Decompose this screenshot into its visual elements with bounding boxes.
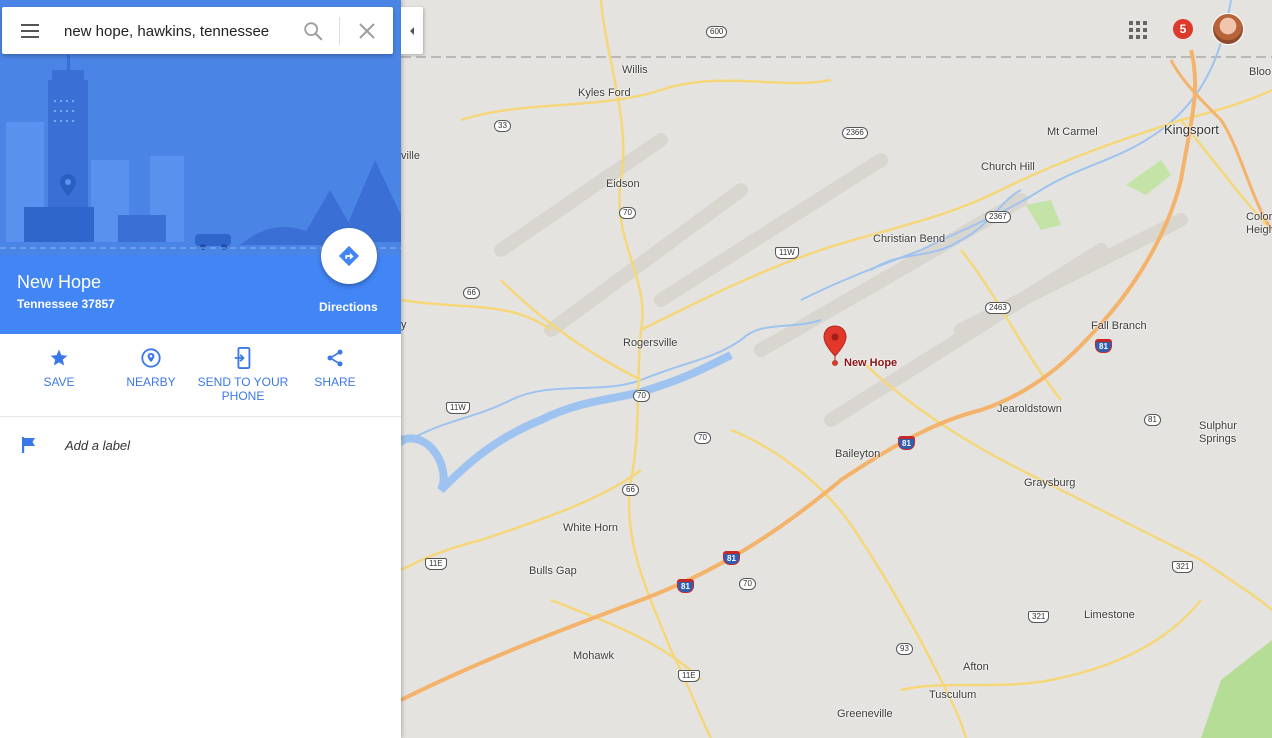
route-shield: 321 [1172,561,1194,573]
route-shield: 11W [446,402,470,414]
search-box [2,7,393,54]
route-shield: 11E [678,670,700,682]
place-label: Limestone [1084,609,1135,621]
add-label-row[interactable]: Add a label [0,430,401,460]
place-label: Jearoldstown [997,403,1062,415]
route-shield: 66 [622,484,639,496]
save-label: SAVE [43,375,75,389]
nearby-button[interactable]: NEARBY [101,345,201,389]
place-label: Greeneville [837,708,893,720]
nearby-label: NEARBY [126,375,176,389]
place-label: Christian Bend [873,233,946,245]
notifications-badge[interactable]: 5 [1173,19,1193,39]
interstate-shield: 81 [1095,339,1112,353]
route-shield: 70 [694,432,711,444]
place-label: Kingsport [1164,122,1219,137]
route-shield: 93 [896,643,913,655]
route-shield: 600 [706,26,728,38]
search-divider [339,17,340,45]
place-label: White Horn [563,522,619,534]
place-label: Mt Carmel [1047,126,1098,138]
place-label: Church Hill [981,161,1035,173]
place-label: Sulphur Springs [1199,420,1237,445]
place-title: New Hope [17,272,102,292]
directions-label[interactable]: Directions [319,300,378,314]
place-label: Bulls Gap [529,565,577,577]
menu-icon[interactable] [20,22,42,40]
place-address: Tennessee 37857 [17,297,115,311]
route-shield: 11E [425,558,447,570]
place-label: ville [401,150,420,162]
add-label-text: Add a label [65,438,131,453]
directions-button[interactable] [321,228,377,284]
map-canvas[interactable]: Willis Kyles Ford ville Eidson Mt Carmel… [401,0,1272,738]
apps-grid-icon[interactable] [1128,20,1148,40]
route-shield: 2367 [985,211,1011,223]
nearby-pin-icon [141,348,161,368]
directions-icon [338,245,360,267]
account-avatar[interactable] [1212,13,1244,45]
interstate-shield: 81 [677,579,694,593]
route-shield: 321 [1028,611,1050,623]
route-shield: 81 [1144,414,1161,426]
send-to-phone-icon [234,347,251,369]
send-to-phone-label: SEND TO YOUR PHONE [197,375,289,403]
send-to-phone-button[interactable]: SEND TO YOUR PHONE [193,345,293,403]
flag-icon [22,437,35,453]
route-shield: 70 [739,578,756,590]
map-base-layer [401,0,1272,738]
route-shield: 2463 [985,302,1011,314]
close-icon[interactable] [357,21,377,41]
interstate-shield: 81 [898,436,915,450]
route-shield: 2366 [842,127,868,139]
place-label: Tusculum [929,689,977,701]
place-label: y [401,319,407,331]
chevron-left-icon [410,26,414,35]
place-label: Fall Branch [1091,320,1147,332]
share-button[interactable]: SHARE [285,345,385,389]
route-shield: 70 [619,207,636,219]
place-label: Baileyton [835,448,881,460]
search-icon[interactable] [302,20,324,42]
search-input[interactable] [64,18,284,44]
section-divider [0,416,401,417]
interstate-shield: 81 [723,551,740,565]
route-shield: 33 [494,120,511,132]
collapse-panel-button[interactable] [401,7,423,54]
star-icon [50,349,68,366]
save-button[interactable]: SAVE [9,345,109,389]
side-panel: New Hope Tennessee 37857 Directions new … [0,0,401,738]
place-label: Willis [622,64,648,76]
place-label: Graysburg [1024,477,1076,489]
place-label: Kyles Ford [578,87,631,99]
route-shield: 11W [775,247,799,259]
place-label: Eidson [606,178,640,190]
route-shield: 70 [633,390,650,402]
route-shield: 66 [463,287,480,299]
pin-label: New Hope [844,357,898,369]
share-label: SHARE [314,375,356,389]
place-label: Mohawk [573,650,614,662]
place-label: Bloo [1249,66,1272,78]
place-label: Afton [963,661,989,673]
place-label: Rogersville [623,337,678,349]
place-label: Color Heigh [1246,211,1272,236]
share-icon [327,349,343,367]
